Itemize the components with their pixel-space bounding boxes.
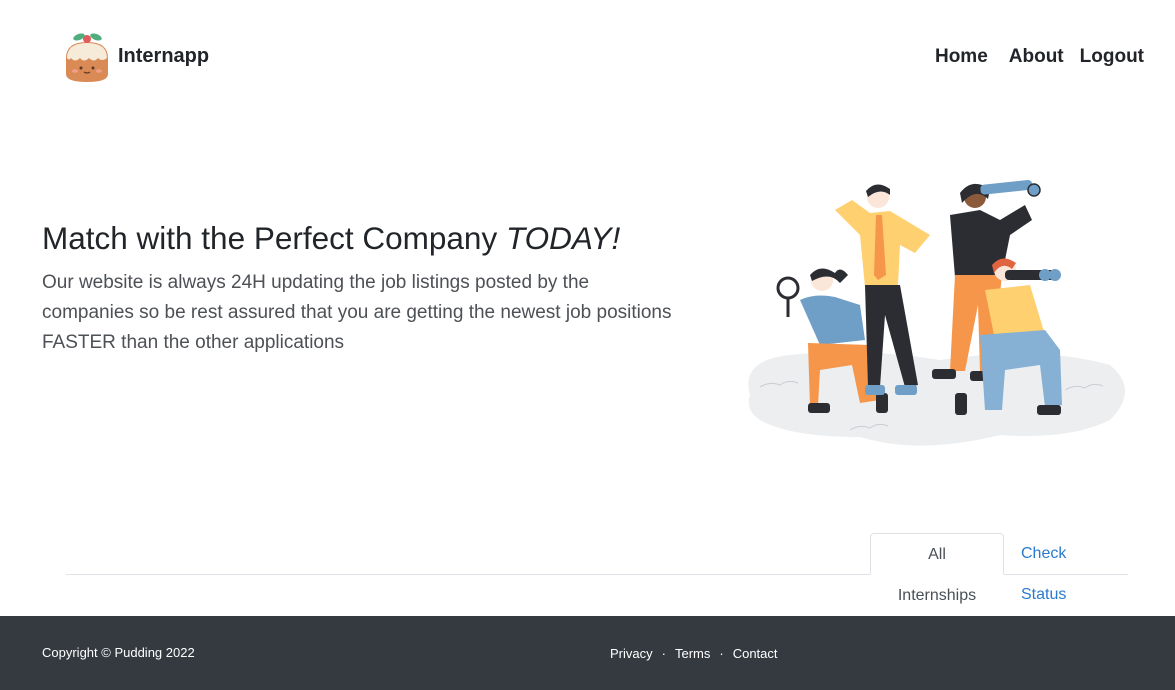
footer-separator: · xyxy=(719,646,724,661)
footer: Copyright © Pudding 2022 Privacy · Terms… xyxy=(0,616,1175,690)
brand-name: Internapp xyxy=(118,45,210,67)
nav-logout-link[interactable]: Logout xyxy=(1080,46,1144,68)
nav-home-link[interactable]: Home xyxy=(935,46,988,68)
footer-privacy-link[interactable]: Privacy xyxy=(610,646,653,661)
footer-contact-link[interactable]: Contact xyxy=(733,646,778,661)
nav-about-link[interactable]: About xyxy=(1009,46,1064,68)
navbar: Internapp Home About Logout xyxy=(0,0,1175,115)
tab-check-status[interactable]: Check Status xyxy=(1005,533,1128,603)
footer-copyright: Copyright © Pudding 2022 xyxy=(42,645,195,660)
people-searching-illustration xyxy=(740,175,1130,455)
hero-description: Our website is always 24H updating the j… xyxy=(42,272,672,353)
footer-terms-link[interactable]: Terms xyxy=(675,646,710,661)
tab-all-internships[interactable]: All Internships xyxy=(870,533,1004,604)
pudding-logo-icon xyxy=(60,30,114,89)
hero-title: Match with the Perfect Company TODAY! xyxy=(42,220,620,257)
footer-separator: · xyxy=(661,646,666,661)
brand-link[interactable]: Internapp xyxy=(60,30,209,89)
main-nav: Home About Logout xyxy=(935,46,1144,68)
footer-links: Privacy · Terms · Contact xyxy=(610,646,778,661)
hero-title-main: Match with the Perfect Company xyxy=(42,220,506,256)
internship-tabs: All Internships Check Status xyxy=(66,533,1128,604)
hero-title-emphasis: TODAY! xyxy=(505,220,621,256)
